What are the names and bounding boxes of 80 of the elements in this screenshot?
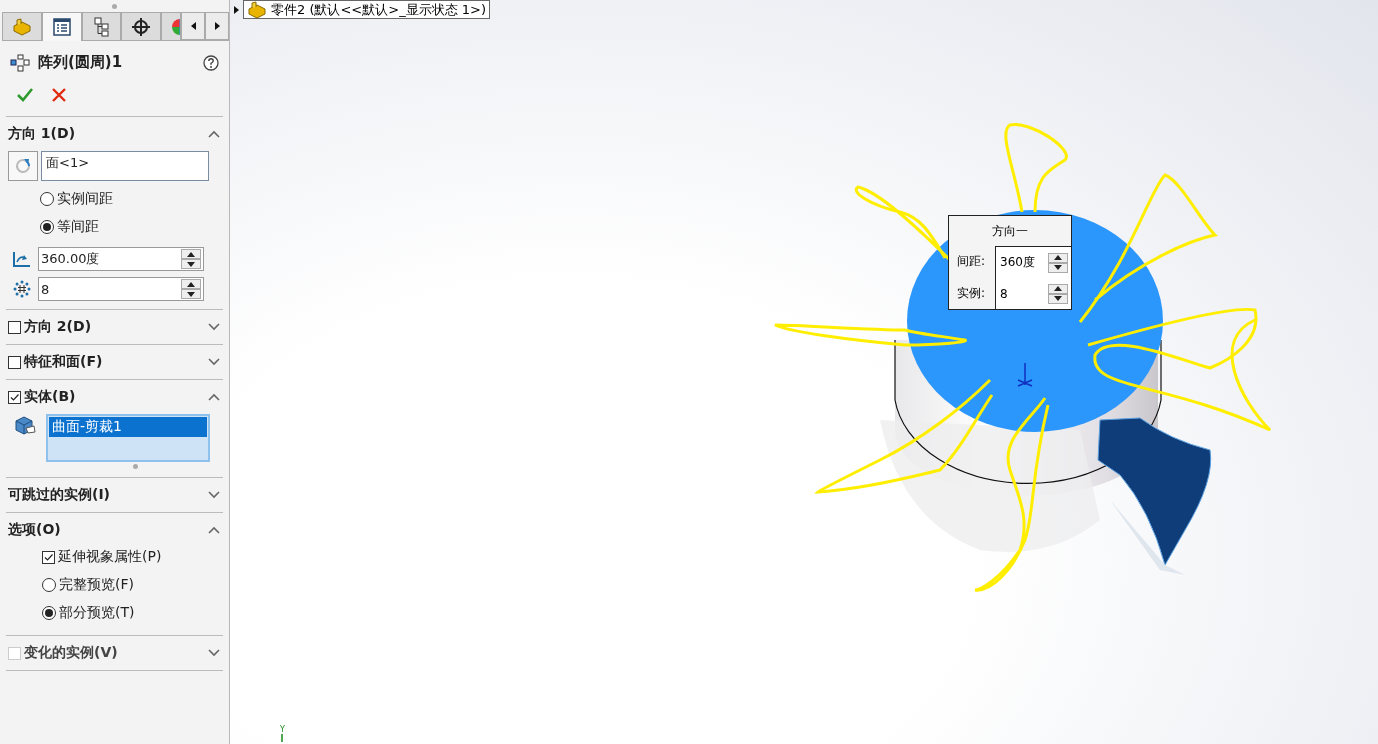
checkbox[interactable] xyxy=(8,390,21,404)
resize-handle[interactable] xyxy=(112,3,117,9)
collapse-chevron-icon[interactable] xyxy=(208,130,220,138)
spin-up-button[interactable] xyxy=(181,279,201,289)
left-arrow-icon xyxy=(190,22,196,30)
section-title[interactable]: 变化的实例(V) xyxy=(24,644,205,662)
reverse-direction-button[interactable] xyxy=(8,151,38,181)
reference-field[interactable]: 面<1> xyxy=(41,151,209,181)
spin-up-button[interactable] xyxy=(1048,252,1068,263)
up-arrow-icon xyxy=(187,281,195,287)
angle-icon xyxy=(12,250,32,268)
section-title[interactable]: 方向 1(D) xyxy=(8,125,205,143)
collapse-chevron-icon[interactable] xyxy=(208,526,220,534)
bodies-list[interactable]: 曲面-剪裁1 xyxy=(46,414,210,462)
section-title[interactable]: 方向 2(D) xyxy=(24,318,205,336)
scroll-left-button[interactable] xyxy=(181,12,206,40)
spin-down-button[interactable] xyxy=(1048,262,1068,273)
callout-label: 间距: xyxy=(957,253,987,271)
pattern-icon xyxy=(10,53,30,72)
radio-label[interactable]: 完整预览(F) xyxy=(59,576,134,594)
section-title[interactable]: 实体(B) xyxy=(24,388,205,406)
spin-down-button[interactable] xyxy=(181,289,201,299)
down-arrow-icon xyxy=(1054,296,1062,301)
radio-button[interactable] xyxy=(40,220,54,234)
help-button[interactable] xyxy=(203,54,219,71)
up-arrow-icon xyxy=(1054,255,1062,260)
down-arrow-icon xyxy=(187,261,195,267)
solid-body-icon xyxy=(14,414,36,436)
cancel-button[interactable] xyxy=(50,86,68,104)
radio-button[interactable] xyxy=(40,192,54,206)
tree-icon xyxy=(92,16,111,37)
spin-up-button[interactable] xyxy=(1048,283,1068,294)
up-arrow-icon xyxy=(187,251,195,257)
radio-button[interactable] xyxy=(42,578,56,592)
expand-chevron-icon[interactable] xyxy=(208,649,220,657)
callout-label: 实例: xyxy=(957,284,987,302)
radio-label[interactable]: 等间距 xyxy=(57,218,99,236)
tree-item[interactable]: 零件2 (默认<<默认>_显示状态 1>) xyxy=(243,0,491,19)
section-title[interactable]: 选项(O) xyxy=(8,521,205,539)
angle-field[interactable]: 360.00度 xyxy=(38,247,204,271)
callout-value[interactable]: 8 xyxy=(1000,286,1048,301)
collapse-chevron-icon[interactable] xyxy=(208,393,220,401)
radio-button[interactable] xyxy=(42,606,56,620)
spin-up-button[interactable] xyxy=(181,249,201,259)
expand-chevron-icon[interactable] xyxy=(208,491,220,499)
expand-arrow-icon[interactable] xyxy=(234,5,239,14)
axis-icon xyxy=(280,734,285,742)
confirm-button[interactable] xyxy=(16,86,34,104)
callout-title: 方向一 xyxy=(991,222,1029,240)
section-title[interactable]: 特征和面(F) xyxy=(24,353,205,371)
spin-down-button[interactable] xyxy=(1048,293,1068,304)
checkbox-label[interactable]: 延伸视象属性(P) xyxy=(58,548,162,566)
part-icon xyxy=(247,0,267,19)
section-title[interactable]: 可跳过的实例(I) xyxy=(8,486,205,504)
resize-handle[interactable] xyxy=(133,464,138,469)
crosshair-icon xyxy=(131,16,152,37)
rotate-arrow-icon xyxy=(13,156,33,176)
radio-label[interactable]: 实例间距 xyxy=(57,190,113,208)
list-item[interactable]: 曲面-剪裁1 xyxy=(49,417,207,437)
scroll-right-button[interactable] xyxy=(205,12,229,40)
callout-value[interactable]: 360度 xyxy=(1000,254,1048,271)
checkbox[interactable] xyxy=(8,320,21,334)
axis-label: Y xyxy=(280,726,285,734)
right-arrow-icon xyxy=(214,22,220,30)
part-icon xyxy=(11,17,32,36)
expand-chevron-icon[interactable] xyxy=(208,358,220,366)
panel-tab[interactable] xyxy=(41,12,82,41)
checkbox[interactable] xyxy=(8,355,21,369)
instances-icon xyxy=(12,280,32,298)
list-icon xyxy=(52,18,71,36)
expand-chevron-icon[interactable] xyxy=(208,323,220,331)
count-field[interactable]: 8 xyxy=(38,277,204,301)
down-arrow-icon xyxy=(1054,265,1062,270)
checkbox[interactable] xyxy=(42,550,55,564)
spin-down-button[interactable] xyxy=(181,259,201,269)
radio-label[interactable]: 部分预览(T) xyxy=(59,604,135,622)
panel-tab[interactable] xyxy=(121,12,162,40)
feature-title: 阵列(圆周)1 xyxy=(38,53,124,72)
down-arrow-icon xyxy=(187,291,195,297)
up-arrow-icon xyxy=(1054,286,1062,291)
